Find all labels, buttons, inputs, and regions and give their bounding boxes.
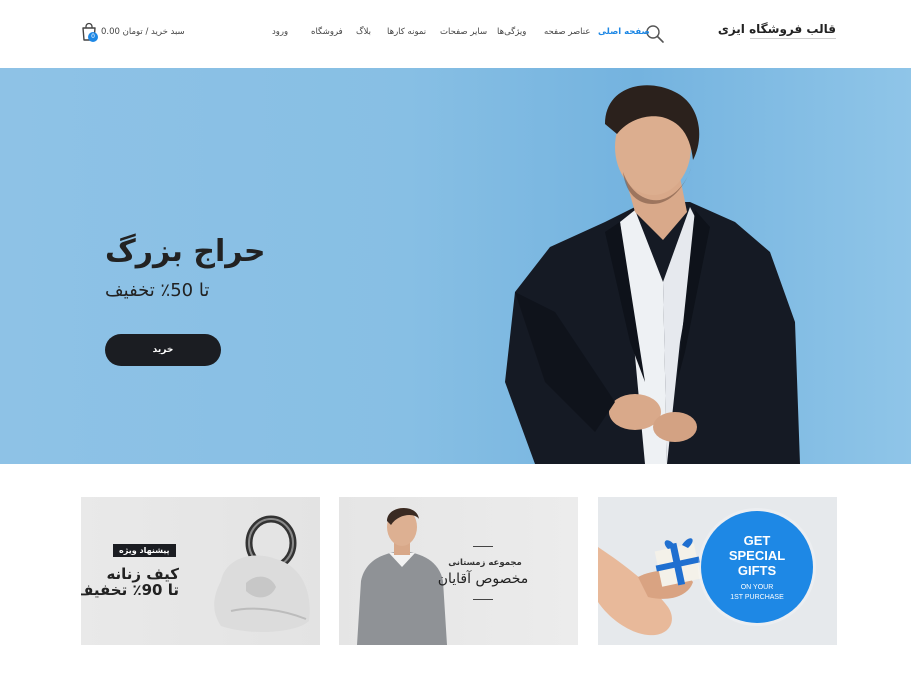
special-offer-tag: پیشنهاد ویژه <box>113 544 176 557</box>
banner-special-gifts[interactable]: GET SPECIAL GIFTS ON YOUR 1ST PURCHASE <box>598 497 837 645</box>
banner-womens-bags[interactable]: پیشنهاد ویژه کیف زنانه تا 90٪ تخفیف <box>81 497 320 645</box>
nav-item-home[interactable]: صفحه اصلی <box>598 27 650 37</box>
divider-line <box>473 546 493 547</box>
nav-item-features[interactable]: ویژگی‌ها <box>497 27 526 37</box>
divider-line <box>473 599 493 600</box>
nav-item-portfolio[interactable]: نمونه کارها <box>387 27 426 37</box>
nav-item-other-pages[interactable]: سایر صفحات <box>440 27 487 37</box>
banner-bags-discount: تا 90٪ تخفیف <box>81 581 179 599</box>
nav-item-shop[interactable]: فروشگاه <box>311 27 343 37</box>
banner-men-subtitle: مجموعه زمستانی <box>448 558 522 568</box>
hero-model-image <box>505 85 800 464</box>
gift-offer-badge: GET SPECIAL GIFTS ON YOUR 1ST PURCHASE <box>701 511 813 623</box>
gift-line-first-purchase: 1ST PURCHASE <box>730 594 784 601</box>
gift-line-get: GET <box>743 533 771 548</box>
site-logo[interactable]: قالب فروشگاه ایزی <box>718 22 836 39</box>
nav-item-blog[interactable]: بلاگ <box>356 27 371 37</box>
hero-subtitle: تا 50٪ تخفیف <box>105 280 210 301</box>
gift-line-on-your: ON YOUR <box>740 584 774 591</box>
cart-count-badge: 0 <box>88 32 98 42</box>
banner-men-title: مخصوص آقایان <box>437 571 529 587</box>
gift-line-gifts: GIFTS <box>737 563 777 578</box>
hero-buy-button[interactable]: خرید <box>105 334 221 366</box>
banner-mens-winter[interactable]: مجموعه زمستانی مخصوص آقایان <box>339 497 578 645</box>
nav-item-elements[interactable]: عناصر صفحه <box>544 27 590 37</box>
site-header: قالب فروشگاه ایزی صفحه اصلی عناصر صفحه و… <box>0 0 911 68</box>
cart-summary[interactable]: سبد خرید / تومان 0.00 <box>101 27 185 37</box>
nav-item-login[interactable]: ورود <box>272 27 288 37</box>
gift-line-special: SPECIAL <box>728 548 786 563</box>
hero-slider: حراج بزرگ تا 50٪ تخفیف خرید <box>0 68 911 464</box>
handbag-image <box>214 515 310 633</box>
hero-title: حراج بزرگ <box>105 234 266 269</box>
